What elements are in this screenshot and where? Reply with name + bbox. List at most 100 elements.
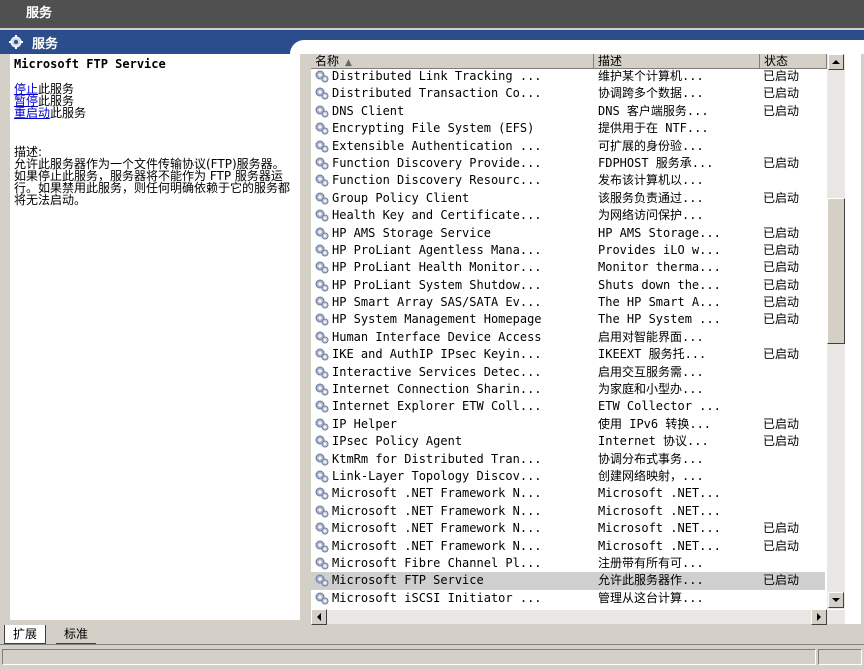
restart-link[interactable]: 重启动: [14, 106, 50, 120]
service-row[interactable]: Human Interface Device Access 启用对智能界面...: [311, 329, 825, 346]
column-header-status[interactable]: 状态: [760, 54, 827, 69]
service-gear-icon: [313, 278, 329, 292]
service-name-text: HP System Management Homepage: [332, 312, 542, 327]
service-name-text: DNS Client: [332, 103, 405, 118]
service-name-text: HP ProLiant System Shutdow...: [332, 277, 542, 292]
service-description-cell: FDPHOST 服务承...: [598, 155, 714, 170]
window-title: 服务: [0, 0, 864, 28]
service-row[interactable]: Microsoft .NET Framework N... Microsoft .…: [311, 503, 825, 520]
header-band: 服务: [0, 30, 864, 54]
service-status-cell: [763, 364, 823, 381]
service-description-cell: 提供用于在 NTF...: [598, 121, 709, 136]
service-row[interactable]: Distributed Link Tracking ... 维护某个计算机... 已…: [311, 68, 825, 85]
service-gear-icon: [313, 486, 329, 500]
service-description-cell: Microsoft .NET...: [598, 486, 721, 501]
service-gear-icon: [313, 139, 329, 153]
service-row[interactable]: Distributed Transaction Co... 协调跨多个数据... 已…: [311, 85, 825, 102]
service-row[interactable]: HP AMS Storage Service HP AMS Storage... 已…: [311, 225, 825, 242]
service-row[interactable]: Health Key and Certificate... 为网络访问保护...: [311, 207, 825, 224]
service-name-text: Interactive Services Detec...: [332, 364, 542, 379]
service-row[interactable]: HP ProLiant Agentless Mana... Provides iL…: [311, 242, 825, 259]
service-name-text: Function Discovery Resourc...: [332, 173, 542, 188]
arrow-up-icon: [832, 60, 840, 64]
service-row[interactable]: Microsoft .NET Framework N... Microsoft .…: [311, 538, 825, 555]
service-name-cell: Microsoft .NET Framework N...: [311, 503, 587, 520]
service-status-cell: [763, 468, 823, 485]
service-status-cell: 已启动: [763, 521, 800, 536]
service-row[interactable]: Microsoft .NET Framework N... Microsoft .…: [311, 485, 825, 502]
service-name-text: Internet Explorer ETW Coll...: [332, 399, 542, 414]
service-gear-icon: [313, 260, 329, 274]
service-row[interactable]: IP Helper 使用 IPv6 转换... 已启动: [311, 416, 825, 433]
header-title: 服务: [32, 36, 59, 52]
horizontal-scrollbar[interactable]: [311, 609, 845, 625]
service-row[interactable]: Microsoft Fibre Channel Pl... 注册带有所有可...: [311, 555, 825, 572]
service-row[interactable]: HP System Management Homepage The HP Syst…: [311, 311, 825, 328]
service-status-cell: [763, 172, 823, 189]
service-gear-icon: [313, 104, 329, 118]
service-row[interactable]: Internet Connection Sharin... 为家庭和小型办...: [311, 381, 825, 398]
service-name-text: IP Helper: [332, 416, 398, 431]
service-row[interactable]: Group Policy Client 该服务负责通过... 已启动: [311, 190, 825, 207]
service-gear-icon: [313, 191, 329, 205]
service-row[interactable]: Function Discovery Resourc... 发布该计算机以...: [311, 172, 825, 189]
service-name-cell: Health Key and Certificate...: [311, 207, 587, 224]
service-row[interactable]: Internet Explorer ETW Coll... ETW Collect…: [311, 398, 825, 415]
services-list: 名称 ▲ 描述 状态 Distributed Link Tracking ... 维…: [311, 54, 861, 625]
scroll-left-button[interactable]: [311, 609, 327, 625]
service-name-cell: Microsoft iSCSI Initiator ...: [311, 590, 587, 607]
service-row[interactable]: KtmRm for Distributed Tran... 协调分布式事务...: [311, 451, 825, 468]
tab-standard[interactable]: 标准: [56, 625, 97, 644]
service-name-cell: IKE and AuthIP IPsec Keyin...: [311, 346, 587, 363]
column-header-description[interactable]: 描述: [594, 54, 760, 69]
arrow-left-icon: [317, 613, 321, 621]
service-row[interactable]: Microsoft FTP Service 允许此服务器作... 已启动: [311, 572, 825, 590]
service-row[interactable]: Extensible Authentication ... 可扩展的身份验...: [311, 138, 825, 155]
service-row[interactable]: Function Discovery Provide... FDPHOST 服务承…: [311, 155, 825, 172]
service-status-cell: 已启动: [763, 347, 800, 362]
status-panel-main: [2, 649, 816, 665]
service-description-cell: 管理从这台计算...: [598, 590, 704, 605]
service-name-cell: Link-Layer Topology Discov...: [311, 468, 587, 485]
scroll-right-button[interactable]: [811, 609, 827, 625]
service-name: Microsoft FTP Service: [14, 57, 166, 71]
service-row[interactable]: Microsoft .NET Framework N... Microsoft .…: [311, 520, 825, 537]
service-status-cell: 已启动: [763, 573, 800, 588]
service-row[interactable]: DNS Client DNS 客户端服务... 已启动: [311, 103, 825, 120]
service-row[interactable]: HP Smart Array SAS/SATA Ev... The HP Smar…: [311, 294, 825, 311]
service-description-cell: IKEEXT 服务托...: [598, 347, 707, 362]
service-description-cell: HP AMS Storage...: [598, 225, 721, 240]
service-status-cell: 已启动: [763, 190, 800, 205]
service-gear-icon: [313, 573, 329, 587]
service-name-cell: Extensible Authentication ...: [311, 138, 587, 155]
service-description-cell: 可扩展的身份验...: [598, 138, 704, 153]
service-description-cell: 为网络访问保护...: [598, 208, 704, 223]
service-name-cell: Microsoft .NET Framework N...: [311, 520, 587, 537]
service-name-text: HP ProLiant Health Monitor...: [332, 260, 542, 275]
service-row[interactable]: Link-Layer Topology Discov... 创建网络映射，...: [311, 468, 825, 485]
service-status-cell: [763, 120, 823, 137]
service-description-cell: 协调跨多个数据...: [598, 86, 704, 101]
service-name-cell: Interactive Services Detec...: [311, 364, 587, 381]
service-row[interactable]: HP ProLiant System Shutdow... Shuts down …: [311, 277, 825, 294]
scroll-up-button[interactable]: [828, 54, 844, 70]
scroll-down-button[interactable]: [828, 592, 844, 608]
service-description-cell: 维护某个计算机...: [598, 69, 704, 83]
service-row[interactable]: Microsoft iSCSI Initiator ... 管理从这台计算...: [311, 590, 825, 607]
service-row[interactable]: HP ProLiant Health Monitor... Monitor the…: [311, 259, 825, 276]
service-row[interactable]: Encrypting File System (EFS) 提供用于在 NTF...: [311, 120, 825, 137]
column-header-name[interactable]: 名称 ▲: [311, 54, 594, 69]
service-row[interactable]: Interactive Services Detec... 启用交互服务需...: [311, 364, 825, 381]
service-name-text: IPsec Policy Agent: [332, 434, 463, 449]
vertical-scroll-thumb[interactable]: [827, 198, 845, 344]
service-row[interactable]: IKE and AuthIP IPsec Keyin... IKEEXT 服务托.…: [311, 346, 825, 363]
service-name-cell: Encrypting File System (EFS): [311, 120, 587, 137]
tab-extended[interactable]: 扩展: [4, 625, 47, 644]
view-tabs: 扩展 标准: [0, 625, 864, 644]
service-gear-icon: [313, 504, 329, 518]
vertical-scrollbar[interactable]: [827, 54, 845, 609]
service-gear-icon: [313, 69, 329, 83]
service-row[interactable]: IPsec Policy Agent Internet 协议... 已启动: [311, 433, 825, 450]
service-gear-icon: [313, 365, 329, 379]
service-gear-icon: [313, 243, 329, 257]
